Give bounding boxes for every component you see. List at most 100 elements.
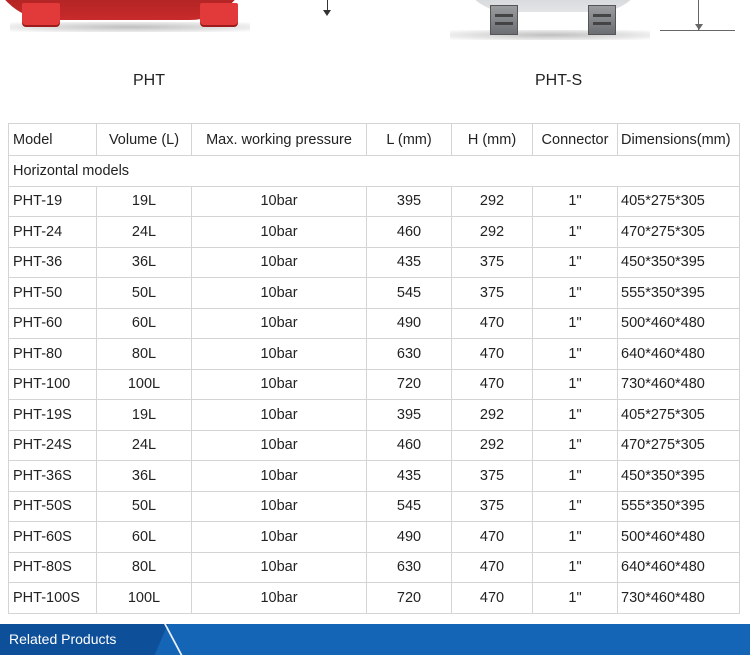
cell-length: 460: [366, 429, 452, 461]
cell-dimensions: 405*275*305: [617, 185, 740, 217]
cell-height: 375: [451, 277, 533, 309]
cell-height: 470: [451, 521, 533, 553]
cell-pressure: 10bar: [191, 399, 367, 431]
section-label: Horizontal models: [8, 155, 740, 187]
cell-length: 545: [366, 490, 452, 522]
cell-volume: 36L: [96, 460, 192, 492]
table-row: PHT-50 50L 10bar 545 375 1" 555*350*395: [8, 277, 740, 309]
cell-height: 470: [451, 307, 533, 339]
cell-pressure: 10bar: [191, 582, 367, 614]
cell-length: 545: [366, 277, 452, 309]
cell-connector: 1": [532, 216, 618, 248]
header-height: H (mm): [451, 123, 533, 156]
cell-dimensions: 555*350*395: [617, 490, 740, 522]
related-products-bar: Related Products: [0, 624, 750, 658]
cell-connector: 1": [532, 490, 618, 522]
cell-pressure: 10bar: [191, 521, 367, 553]
cell-dimensions: 640*460*480: [617, 551, 740, 583]
cell-dimensions: 730*460*480: [617, 582, 740, 614]
table-header-row: Model Volume (L) Max. working pressure L…: [8, 123, 740, 156]
cell-pressure: 10bar: [191, 368, 367, 400]
table-row: PHT-36S 36L 10bar 435 375 1" 450*350*395: [8, 460, 740, 492]
table-row: PHT-24 24L 10bar 460 292 1" 470*275*305: [8, 216, 740, 248]
dimension-arrow-icon: [323, 10, 331, 16]
cell-model: PHT-24: [8, 216, 97, 248]
cell-pressure: 10bar: [191, 338, 367, 370]
tab-divider: [164, 624, 185, 658]
cell-pressure: 10bar: [191, 246, 367, 278]
cell-model: PHT-60S: [8, 521, 97, 553]
cell-height: 292: [451, 185, 533, 217]
cell-length: 395: [366, 185, 452, 217]
red-tank-foot-left: [22, 3, 60, 25]
cell-connector: 1": [532, 277, 618, 309]
related-products-label[interactable]: Related Products: [9, 631, 116, 647]
cell-model: PHT-80S: [8, 551, 97, 583]
cell-dimensions: 730*460*480: [617, 368, 740, 400]
cell-pressure: 10bar: [191, 185, 367, 217]
table-row: PHT-60 60L 10bar 490 470 1" 500*460*480: [8, 307, 740, 339]
header-volume: Volume (L): [96, 123, 192, 156]
cell-height: 470: [451, 551, 533, 583]
header-model: Model: [8, 123, 97, 156]
cell-pressure: 10bar: [191, 307, 367, 339]
cell-length: 435: [366, 246, 452, 278]
cell-length: 490: [366, 521, 452, 553]
cell-model: PHT-24S: [8, 429, 97, 461]
tank-shadow: [450, 30, 650, 40]
cell-dimensions: 555*350*395: [617, 277, 740, 309]
cell-volume: 50L: [96, 277, 192, 309]
table-row: PHT-36 36L 10bar 435 375 1" 450*350*395: [8, 246, 740, 278]
dimension-arrow-icon: [695, 24, 703, 30]
table-row: PHT-24S 24L 10bar 460 292 1" 470*275*305: [8, 429, 740, 461]
table-row: PHT-80 80L 10bar 630 470 1" 640*460*480: [8, 338, 740, 370]
cell-pressure: 10bar: [191, 490, 367, 522]
cell-height: 375: [451, 490, 533, 522]
cell-height: 292: [451, 216, 533, 248]
cell-length: 435: [366, 460, 452, 492]
product-images-strip: [0, 0, 750, 70]
cell-model: PHT-19S: [8, 399, 97, 431]
cell-volume: 36L: [96, 246, 192, 278]
section-row: Horizontal models: [8, 155, 740, 187]
table-row: PHT-19 19L 10bar 395 292 1" 405*275*305: [8, 185, 740, 217]
cell-volume: 100L: [96, 582, 192, 614]
cell-volume: 19L: [96, 399, 192, 431]
cell-dimensions: 500*460*480: [617, 521, 740, 553]
table-row: PHT-100S 100L 10bar 720 470 1" 730*460*480: [8, 582, 740, 614]
cell-connector: 1": [532, 582, 618, 614]
cell-height: 470: [451, 338, 533, 370]
cell-dimensions: 470*275*305: [617, 429, 740, 461]
cell-dimensions: 450*350*395: [617, 460, 740, 492]
grey-tank-foot-left: [490, 5, 518, 35]
table-row: PHT-60S 60L 10bar 490 470 1" 500*460*480: [8, 521, 740, 553]
cell-volume: 24L: [96, 429, 192, 461]
header-connector: Connector: [532, 123, 618, 156]
cell-connector: 1": [532, 338, 618, 370]
cell-length: 395: [366, 399, 452, 431]
cell-height: 292: [451, 429, 533, 461]
cell-height: 470: [451, 582, 533, 614]
cell-connector: 1": [532, 307, 618, 339]
cell-length: 630: [366, 551, 452, 583]
table-row: PHT-19S 19L 10bar 395 292 1" 405*275*305: [8, 399, 740, 431]
cell-volume: 80L: [96, 338, 192, 370]
caption-pht: PHT: [133, 72, 165, 89]
cell-volume: 60L: [96, 307, 192, 339]
cell-dimensions: 470*275*305: [617, 216, 740, 248]
cell-dimensions: 500*460*480: [617, 307, 740, 339]
dimension-line: [660, 30, 735, 31]
cell-volume: 80L: [96, 551, 192, 583]
cell-model: PHT-19: [8, 185, 97, 217]
cell-volume: 50L: [96, 490, 192, 522]
cell-length: 460: [366, 216, 452, 248]
table-row: PHT-80S 80L 10bar 630 470 1" 640*460*480: [8, 551, 740, 583]
cell-model: PHT-80: [8, 338, 97, 370]
cell-length: 720: [366, 368, 452, 400]
cell-volume: 19L: [96, 185, 192, 217]
cell-height: 470: [451, 368, 533, 400]
cell-pressure: 10bar: [191, 429, 367, 461]
cell-model: PHT-36: [8, 246, 97, 278]
cell-volume: 60L: [96, 521, 192, 553]
cell-model: PHT-36S: [8, 460, 97, 492]
